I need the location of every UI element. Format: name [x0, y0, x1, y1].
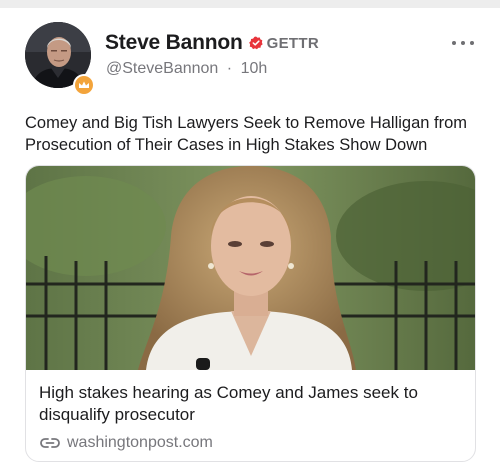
- crown-badge-icon: [73, 74, 95, 96]
- top-divider: [0, 0, 500, 8]
- more-dot: [452, 41, 456, 45]
- platform-label: GETTR: [266, 34, 319, 52]
- post-timestamp: 10h: [240, 60, 268, 77]
- post-text: Comey and Big Tish Lawyers Seek to Remov…: [25, 114, 468, 154]
- author-meta: @SteveBannon · 10h: [106, 60, 267, 78]
- link-preview-card[interactable]: High stakes hearing as Comey and James s…: [25, 165, 476, 462]
- link-domain: washingtonpost.com: [67, 434, 213, 451]
- verified-badge-icon: [248, 36, 263, 50]
- meta-separator: ·: [226, 60, 233, 77]
- more-dot: [461, 41, 465, 45]
- more-dot: [470, 41, 474, 45]
- link-domain-row: washingtonpost.com: [39, 434, 464, 452]
- post-card: Steve Bannon GETTR @SteveBannon · 10h Co…: [0, 8, 500, 466]
- link-preview-body: High stakes hearing as Comey and James s…: [26, 370, 475, 452]
- author-display-name[interactable]: Steve Bannon: [105, 31, 243, 55]
- link-preview-image: [26, 166, 475, 370]
- author-name-row: Steve Bannon GETTR: [105, 30, 319, 56]
- link-preview-title[interactable]: High stakes hearing as Comey and James s…: [39, 382, 464, 426]
- author-handle[interactable]: @SteveBannon: [106, 60, 218, 77]
- avatar-container[interactable]: [25, 22, 95, 96]
- link-icon: [40, 438, 60, 448]
- more-options-icon[interactable]: [452, 40, 474, 46]
